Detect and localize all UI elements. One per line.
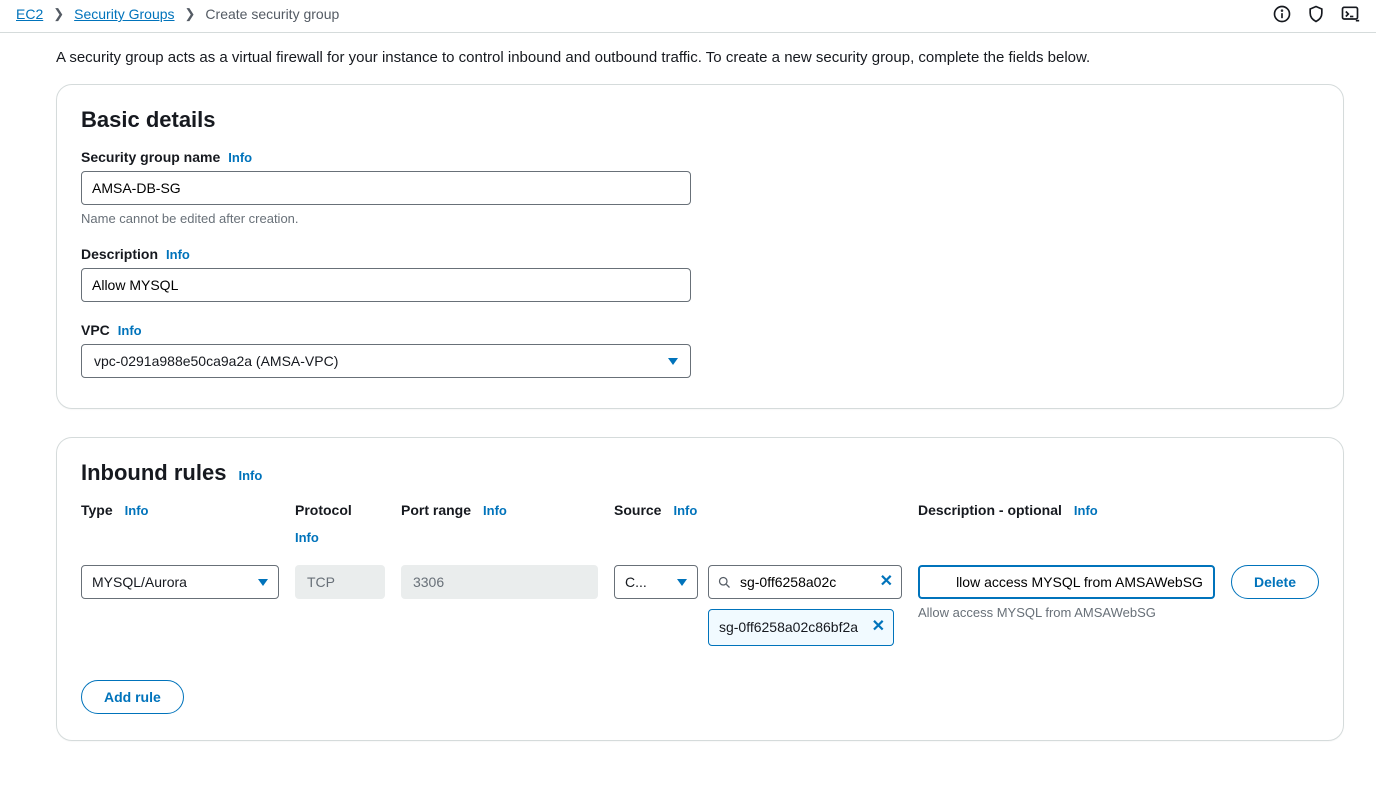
rule-source-search[interactable]: ✕ bbox=[708, 565, 902, 599]
chevron-down-icon bbox=[668, 358, 678, 365]
col-desc-label: Description - optional bbox=[918, 502, 1062, 518]
inbound-rules-panel: Inbound rules Info Type Info Protocol In… bbox=[56, 437, 1344, 741]
info-link[interactable]: Info bbox=[118, 323, 142, 338]
info-link[interactable]: Info bbox=[125, 503, 149, 518]
sg-name-label: Security group name bbox=[81, 149, 220, 165]
sg-name-input[interactable] bbox=[81, 171, 691, 205]
add-rule-button[interactable]: Add rule bbox=[81, 680, 184, 714]
delete-rule-button[interactable]: Delete bbox=[1231, 565, 1319, 599]
rules-header-row: Type Info Protocol Info Port range Info … bbox=[81, 502, 1319, 545]
col-port-label: Port range bbox=[401, 502, 471, 518]
shield-icon[interactable] bbox=[1306, 4, 1326, 24]
breadcrumb-current: Create security group bbox=[205, 6, 339, 22]
chevron-right-icon: ❯ bbox=[53, 6, 64, 22]
source-sg-tag-text: sg-0ff6258a02c86bf2a bbox=[719, 619, 858, 635]
breadcrumb: EC2 ❯ Security Groups ❯ Create security … bbox=[16, 6, 339, 22]
sg-name-helper: Name cannot be edited after creation. bbox=[81, 211, 1319, 226]
rule-type-select[interactable]: MYSQL/Aurora bbox=[81, 565, 279, 599]
source-sg-tag: sg-0ff6258a02c86bf2a ✕ bbox=[708, 609, 894, 646]
inbound-rules-title: Inbound rules bbox=[81, 460, 226, 486]
rule-source-type-select[interactable]: C... bbox=[614, 565, 698, 599]
rule-source-type-value: C... bbox=[625, 574, 647, 590]
rule-type-value: MYSQL/Aurora bbox=[92, 574, 187, 590]
col-source-label: Source bbox=[614, 502, 661, 518]
remove-tag-icon[interactable]: ✕ bbox=[872, 616, 885, 638]
top-icons bbox=[1272, 4, 1360, 24]
rule-description-input[interactable] bbox=[918, 565, 1215, 599]
field-sg-name: Security group name Info Name cannot be … bbox=[81, 149, 1319, 226]
info-link[interactable]: Info bbox=[673, 503, 697, 518]
page-intro: A security group acts as a virtual firew… bbox=[56, 43, 1344, 84]
info-circle-icon[interactable] bbox=[1272, 4, 1292, 24]
chevron-down-icon bbox=[258, 579, 268, 586]
field-description: Description Info bbox=[81, 246, 1319, 302]
chevron-right-icon: ❯ bbox=[185, 6, 196, 22]
info-link[interactable]: Info bbox=[483, 503, 507, 518]
rule-port-field: 3306 bbox=[401, 565, 598, 599]
cloudshell-icon[interactable] bbox=[1340, 4, 1360, 24]
vpc-select-value: vpc-0291a988e50ca9a2a (AMSA-VPC) bbox=[94, 353, 338, 369]
info-link[interactable]: Info bbox=[295, 530, 385, 545]
vpc-label: VPC bbox=[81, 322, 110, 338]
breadcrumb-ec2[interactable]: EC2 bbox=[16, 6, 43, 22]
breadcrumb-security-groups[interactable]: Security Groups bbox=[74, 6, 174, 22]
info-link[interactable]: Info bbox=[238, 468, 262, 483]
chevron-down-icon bbox=[677, 579, 687, 586]
rule-source-search-input[interactable] bbox=[738, 573, 874, 591]
clear-search-icon[interactable]: ✕ bbox=[880, 574, 893, 590]
description-label: Description bbox=[81, 246, 158, 262]
rule-protocol-field: TCP bbox=[295, 565, 385, 599]
info-link[interactable]: Info bbox=[228, 150, 252, 165]
vpc-select[interactable]: vpc-0291a988e50ca9a2a (AMSA-VPC) bbox=[81, 344, 691, 378]
col-type-label: Type bbox=[81, 502, 113, 518]
page-body: A security group acts as a virtual firew… bbox=[0, 33, 1360, 799]
top-bar: EC2 ❯ Security Groups ❯ Create security … bbox=[0, 0, 1376, 33]
search-icon bbox=[717, 575, 732, 590]
info-link[interactable]: Info bbox=[1074, 503, 1098, 518]
col-protocol-label: Protocol bbox=[295, 502, 352, 518]
field-vpc: VPC Info vpc-0291a988e50ca9a2a (AMSA-VPC… bbox=[81, 322, 1319, 378]
basic-details-panel: Basic details Security group name Info N… bbox=[56, 84, 1344, 409]
basic-details-title: Basic details bbox=[81, 107, 1319, 133]
info-link[interactable]: Info bbox=[166, 247, 190, 262]
rule-row: MYSQL/Aurora TCP 3306 C... bbox=[81, 565, 1319, 646]
rule-description-echo: Allow access MYSQL from AMSAWebSG bbox=[918, 605, 1215, 620]
description-input[interactable] bbox=[81, 268, 691, 302]
